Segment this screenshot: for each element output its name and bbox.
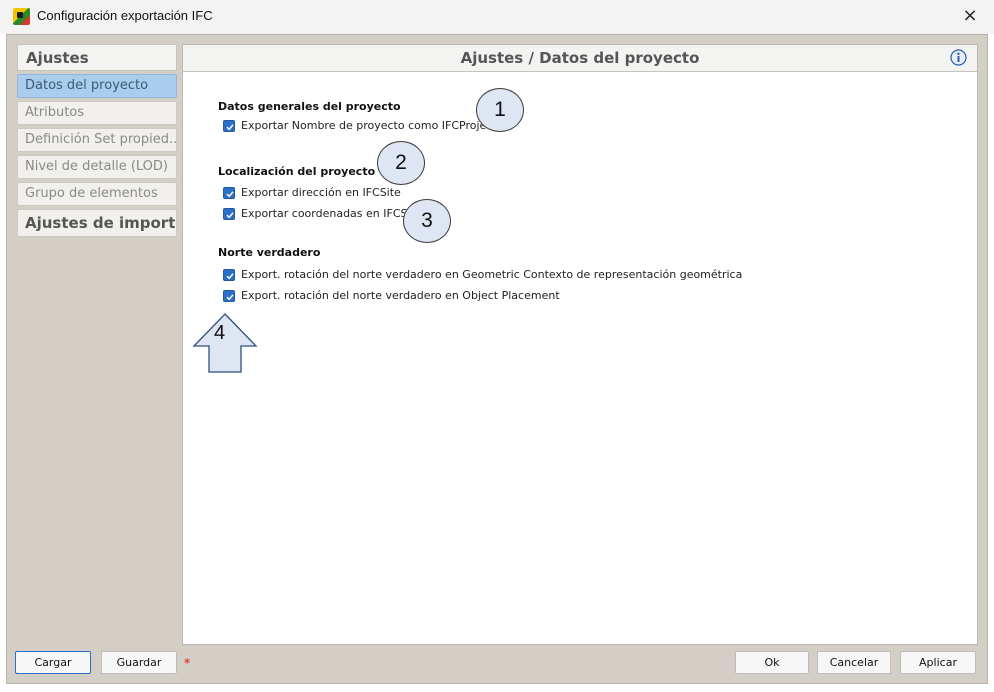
panel-header: Ajustes / Datos del proyecto bbox=[183, 45, 977, 72]
sidebar-item-grupo-elementos[interactable]: Grupo de elementos bbox=[17, 182, 177, 206]
sidebar-item-definicion-set[interactable]: Definición Set propied... bbox=[17, 128, 177, 152]
save-button[interactable]: Guardar bbox=[101, 651, 177, 674]
close-button[interactable]: × bbox=[958, 4, 982, 28]
unsaved-marker: * bbox=[184, 656, 191, 670]
option-exportar-direccion[interactable]: Exportar dirección en IFCSite bbox=[223, 186, 401, 199]
option-label: Exportar Nombre de proyecto como IFCProj… bbox=[241, 119, 497, 132]
option-label: Exportar coordenadas en IFCSite bbox=[241, 207, 422, 220]
window-title: Configuración exportación IFC bbox=[37, 8, 213, 23]
callout-1: 1 bbox=[476, 88, 524, 132]
app-icon bbox=[13, 8, 30, 25]
option-norte-object-placement[interactable]: Export. rotación del norte verdadero en … bbox=[223, 289, 560, 302]
cancel-button[interactable]: Cancelar bbox=[817, 651, 891, 674]
checkbox-norte-object-placement[interactable] bbox=[223, 289, 235, 302]
sidebar-header[interactable]: Ajustes bbox=[17, 44, 177, 71]
info-icon[interactable] bbox=[950, 49, 967, 66]
panel-title: Ajustes / Datos del proyecto bbox=[460, 49, 700, 67]
load-button[interactable]: Cargar bbox=[15, 651, 91, 674]
sidebar-item-datos-proyecto[interactable]: Datos del proyecto bbox=[17, 74, 177, 98]
sidebar: Ajustes Datos del proyecto Atributos Def… bbox=[17, 44, 177, 237]
option-exportar-coordenadas[interactable]: Exportar coordenadas en IFCSite bbox=[223, 207, 422, 220]
option-label: Exportar dirección en IFCSite bbox=[241, 186, 401, 199]
settings-panel: Ajustes / Datos del proyecto Datos gener… bbox=[182, 44, 978, 645]
section-title-norte-verdadero: Norte verdadero bbox=[218, 246, 321, 259]
section-title-localizacion: Localización del proyecto bbox=[218, 165, 376, 178]
section-title-datos-generales: Datos generales del proyecto bbox=[218, 100, 401, 113]
sidebar-item-atributos[interactable]: Atributos bbox=[17, 101, 177, 125]
checkbox-norte-geometric-contexto[interactable] bbox=[223, 268, 235, 281]
ok-button[interactable]: Ok bbox=[735, 651, 809, 674]
title-bar: Configuración exportación IFC × bbox=[0, 0, 994, 34]
up-arrow-annotation bbox=[192, 313, 258, 373]
callout-4: 4 bbox=[214, 322, 226, 344]
checkbox-exportar-nombre-proyecto[interactable] bbox=[223, 119, 235, 132]
option-label: Export. rotación del norte verdadero en … bbox=[241, 268, 743, 281]
option-label: Export. rotación del norte verdadero en … bbox=[241, 289, 560, 302]
callout-2: 2 bbox=[377, 141, 425, 185]
checkbox-exportar-coordenadas[interactable] bbox=[223, 207, 235, 220]
callout-3: 3 bbox=[403, 199, 451, 243]
apply-button[interactable]: Aplicar bbox=[900, 651, 976, 674]
sidebar-item-nivel-detalle[interactable]: Nivel de detalle (LOD) bbox=[17, 155, 177, 179]
sidebar-item-ajustes-import[interactable]: Ajustes de import... bbox=[17, 209, 177, 237]
option-exportar-nombre-proyecto[interactable]: Exportar Nombre de proyecto como IFCProj… bbox=[223, 119, 497, 132]
checkbox-exportar-direccion[interactable] bbox=[223, 186, 235, 199]
option-norte-geometric-contexto[interactable]: Export. rotación del norte verdadero en … bbox=[223, 268, 742, 281]
